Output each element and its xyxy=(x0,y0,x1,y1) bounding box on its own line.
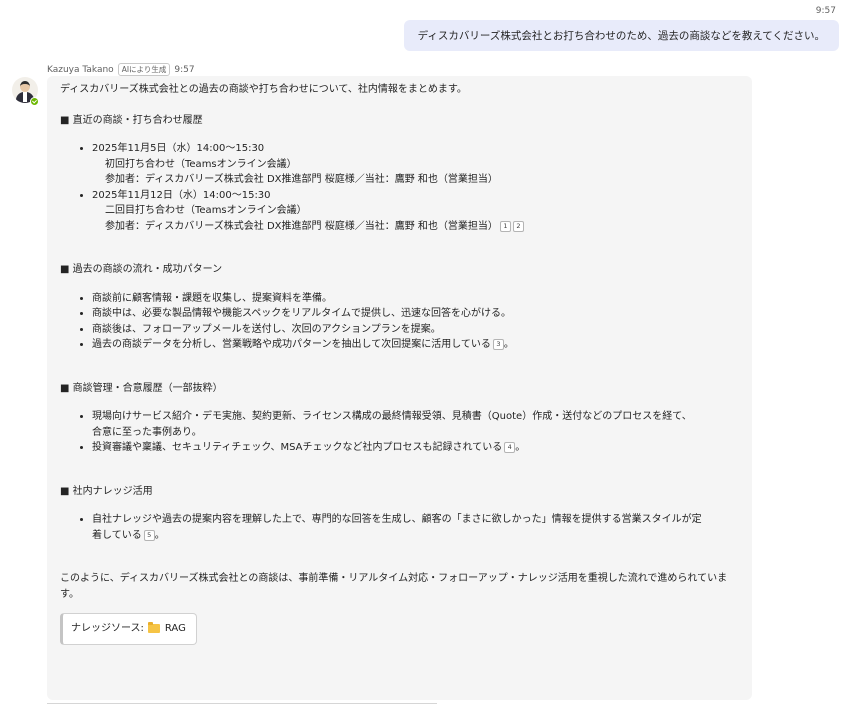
knowledge-list: 自社ナレッジや過去の提案内容を理解した上で、専門的な回答を生成し、顧客の「まさに… xyxy=(60,512,738,543)
period: 。 xyxy=(515,442,526,453)
list-item: 投資審議や稟議、セキュリティチェック、MSAチェックなど社内プロセスも記録されて… xyxy=(92,440,738,456)
participants-text: 参加者：ディスカバリーズ株式会社 DX推進部門 桜庭様／当社：鷹野 和也（営業担… xyxy=(105,220,498,232)
section-heading: ■ 商談管理・合意履歴（一部抜粋） xyxy=(60,382,223,394)
section-heading: ■ 社内ナレッジ活用 xyxy=(60,485,153,497)
section-heading: ■ 過去の商談の流れ・成功パターン xyxy=(60,264,223,275)
list-item: 商談後は、フォローアップメールを送付し、次回のアクションプランを提案。 xyxy=(92,322,738,338)
meeting-type: 二回目打ち合わせ（Teamsオンライン会議） xyxy=(105,205,307,216)
list-item: 商談前に顧客情報・課題を収集し、提案資料を準備。 xyxy=(92,291,738,307)
outgoing-timestamp: 9:57 xyxy=(815,6,836,16)
list-item-text: 過去の商談データを分析し、営業戦略や成功パターンを抽出して次回提案に活用している xyxy=(92,339,491,350)
incoming-timestamp: 9:57 xyxy=(174,64,195,75)
meeting-participants: 参加者：ディスカバリーズ株式会社 DX推進部門 桜庭様／当社：鷹野 和也（営業担… xyxy=(92,219,738,235)
pattern-list: 商談前に顧客情報・課題を収集し、提案資料を準備。 商談中は、必要な製品情報や機能… xyxy=(60,291,738,353)
list-item-text: 自社ナレッジや過去の提案内容を理解した上で、専門的な回答を生成し、顧客の「まさに… xyxy=(92,514,702,525)
list-item-text: 投資審議や稟議、セキュリティチェック、MSAチェックなど社内プロセスも記録されて… xyxy=(92,442,503,453)
meeting-date: 2025年11月12日（水）14:00〜15:30 xyxy=(92,189,271,201)
citation-3[interactable]: 3 xyxy=(492,339,504,350)
meeting-date: 2025年11月5日（水）14:00〜15:30 xyxy=(92,143,265,154)
outgoing-message[interactable]: ディスカバリーズ株式会社とお打ち合わせのため、過去の商談などを教えてください。 xyxy=(403,20,839,51)
period: 。 xyxy=(154,529,165,541)
conclusion-text: このように、ディスカバリーズ株式会社との商談は、事前準備・リアルタイム対応・フォ… xyxy=(60,573,728,600)
source-name[interactable]: RAG xyxy=(165,621,186,637)
ai-generated-badge: AIにより生成 xyxy=(117,63,171,76)
citation-5[interactable]: 5 xyxy=(143,529,155,541)
list-item: 自社ナレッジや過去の提案内容を理解した上で、専門的な回答を生成し、顧客の「まさに… xyxy=(92,512,738,543)
divider xyxy=(47,703,437,704)
list-item: 2025年11月12日（水）14:00〜15:30 二回目打ち合わせ（Teams… xyxy=(92,188,738,235)
presence-available-icon xyxy=(30,97,39,106)
meeting-type: 初回打ち合わせ（Teamsオンライン会議） xyxy=(105,158,297,170)
history-list: 2025年11月5日（水）14:00〜15:30 初回打ち合わせ（Teamsオン… xyxy=(60,141,738,234)
list-item-text: 着している xyxy=(92,529,142,541)
citation-2[interactable]: 2 xyxy=(512,220,524,232)
folder-icon xyxy=(147,622,160,634)
meeting-participants: 参加者：ディスカバリーズ株式会社 DX推進部門 桜庭様／当社：鷹野 和也（営業担… xyxy=(105,174,498,185)
list-item-text: 合意に至った事例あり。 xyxy=(92,426,202,438)
period: 。 xyxy=(503,339,514,350)
list-item-text: 現場向けサービス紹介・デモ実施、契約更新、ライセンス構成の最終情報受領、見積書（… xyxy=(92,411,692,422)
list-item: 過去の商談データを分析し、営業戦略や成功パターンを抽出して次回提案に活用している… xyxy=(92,337,738,353)
list-item: 商談中は、必要な製品情報や機能スペックをリアルタイムで提供し、迅速な回答を心がけ… xyxy=(92,306,738,322)
agreement-list: 現場向けサービス紹介・デモ実施、契約更新、ライセンス構成の最終情報受領、見積書（… xyxy=(60,409,738,456)
section-heading: ■ 直近の商談・打ち合わせ履歴 xyxy=(60,114,203,126)
source-label: ナレッジソース: xyxy=(71,623,144,634)
list-item: 2025年11月5日（水）14:00〜15:30 初回打ち合わせ（Teamsオン… xyxy=(92,141,738,188)
incoming-message[interactable]: ディスカバリーズ株式会社との過去の商談や打ち合わせについて、社内情報をまとめます… xyxy=(47,76,752,700)
citation-4[interactable]: 4 xyxy=(504,442,516,453)
knowledge-source-card[interactable]: ナレッジソース: RAG xyxy=(60,613,197,645)
list-item: 現場向けサービス紹介・デモ実施、契約更新、ライセンス構成の最終情報受領、見積書（… xyxy=(92,409,738,440)
author-name[interactable]: Kazuya Takano xyxy=(47,65,114,75)
intro-text: ディスカバリーズ株式会社との過去の商談や打ち合わせについて、社内情報をまとめます… xyxy=(60,84,467,95)
citation-1[interactable]: 1 xyxy=(499,220,511,232)
message-header: Kazuya Takano AIにより生成 9:57 xyxy=(47,63,195,76)
